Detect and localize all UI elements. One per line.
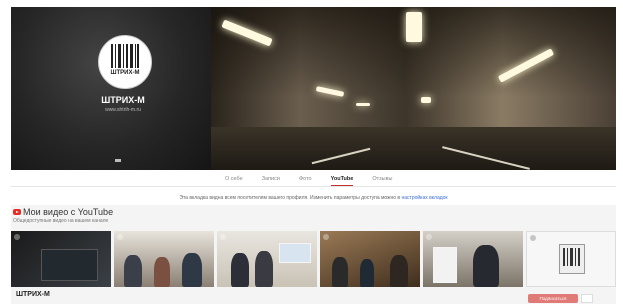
channel-site[interactable]: www.shtrih-m.ru	[73, 107, 173, 113]
play-icon	[14, 234, 20, 240]
visibility-notice-text: Эта вкладка видна всем посетителям вашег…	[179, 195, 402, 201]
profile-page: ШТРИХ-М ШТРИХ-М www.shtrih-m.ru О себе З…	[0, 0, 623, 304]
section-title[interactable]: Мои видео с YouTube	[23, 207, 113, 217]
cover-photo: ШТРИХ-М ШТРИХ-М www.shtrih-m.ru	[11, 7, 616, 170]
subscriber-count	[581, 294, 593, 303]
video-thumbnail[interactable]	[423, 231, 523, 287]
channel-avatar[interactable]: ШТРИХ-М	[98, 35, 152, 89]
subscribe-button[interactable]: Подписаться	[528, 294, 578, 303]
barcode-logo-icon	[559, 244, 585, 274]
youtube-section: Мои видео с YouTube Общедоступные видео …	[11, 205, 616, 304]
video-thumbnail[interactable]	[320, 231, 420, 287]
play-icon	[426, 234, 432, 240]
barcode-logo-icon	[111, 44, 139, 68]
tabs-divider	[11, 186, 616, 187]
video-thumbnail[interactable]	[217, 231, 317, 287]
channel-name[interactable]: ШТРИХ-М	[73, 95, 173, 105]
video-thumbnail[interactable]	[11, 231, 111, 287]
channel-title[interactable]: ШТРИХ-М	[16, 291, 50, 298]
video-thumbnail[interactable]	[526, 231, 616, 287]
profile-card	[11, 7, 211, 170]
play-icon	[323, 234, 329, 240]
visibility-notice: Эта вкладка видна всем посетителям вашег…	[11, 195, 616, 201]
play-icon	[220, 234, 226, 240]
video-thumbnail[interactable]	[114, 231, 214, 287]
play-icon	[117, 234, 123, 240]
cover-indicator	[115, 159, 121, 162]
video-thumbnails	[11, 231, 616, 287]
section-subtitle: Общедоступные видео на вашем канале	[13, 218, 109, 224]
play-icon	[530, 235, 536, 241]
tab-settings-link[interactable]: настройках вкладок	[401, 195, 447, 201]
avatar-logo-text: ШТРИХ-М	[110, 70, 140, 76]
youtube-icon	[13, 209, 21, 215]
